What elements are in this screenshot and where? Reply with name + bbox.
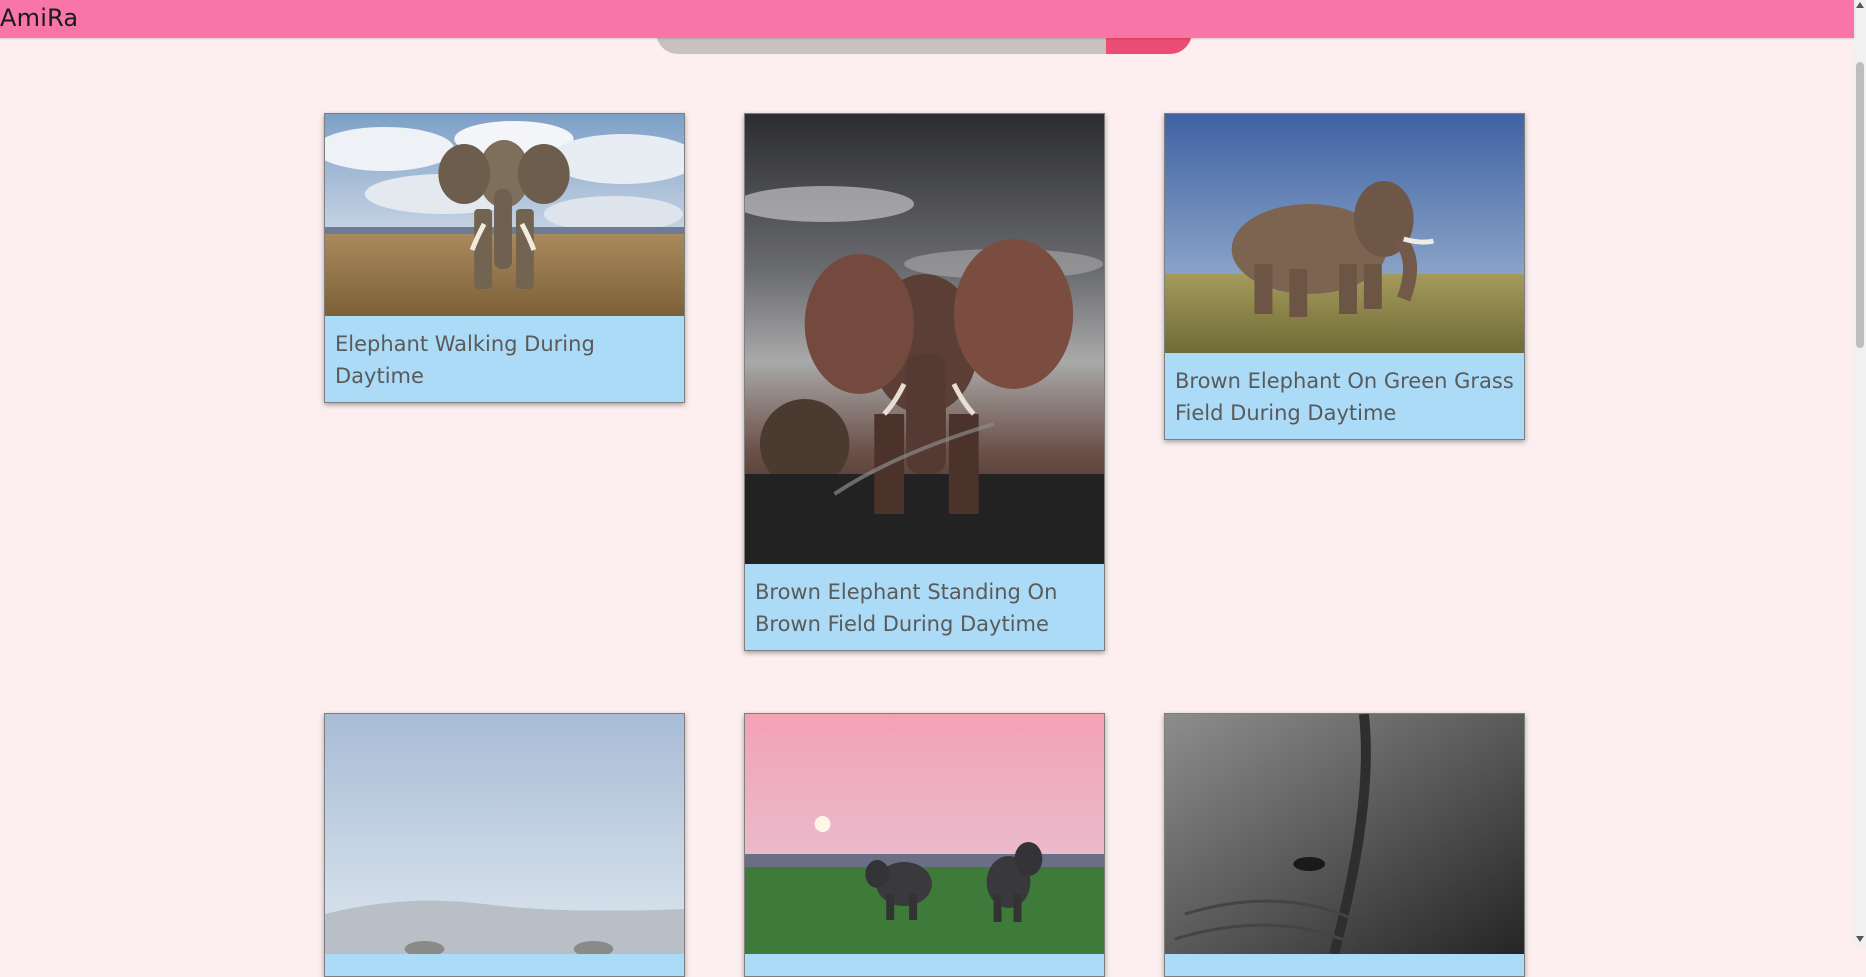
card-image bbox=[745, 114, 1104, 564]
scroll-down-arrow-icon[interactable] bbox=[1856, 936, 1864, 942]
card-caption: Brown Elephant Standing On Brown Field D… bbox=[755, 580, 1058, 636]
card-caption bbox=[745, 954, 1104, 976]
card-caption bbox=[325, 954, 684, 976]
scroll-thumb[interactable] bbox=[1856, 62, 1864, 348]
card-caption: Elephant Walking During Daytime bbox=[335, 332, 595, 388]
card-elephant-walking[interactable]: Elephant Walking During Daytime bbox=[324, 113, 685, 403]
navbar: AmiRa bbox=[0, 0, 1854, 38]
card-elephant-closeup[interactable] bbox=[1164, 713, 1525, 977]
card-image bbox=[325, 714, 684, 954]
card-image bbox=[745, 714, 1104, 954]
card-elephants-misty[interactable] bbox=[324, 713, 685, 977]
page-scrollbar[interactable] bbox=[1854, 0, 1866, 946]
card-caption bbox=[1165, 954, 1524, 976]
card-image bbox=[325, 114, 684, 316]
card-elephants-sunset[interactable] bbox=[744, 713, 1105, 977]
scroll-up-arrow-icon[interactable] bbox=[1856, 2, 1864, 8]
card-caption: Brown Elephant On Green Grass Field Duri… bbox=[1175, 369, 1514, 425]
brand-logo[interactable]: AmiRa bbox=[0, 4, 78, 32]
card-image bbox=[1165, 714, 1524, 954]
card-image bbox=[1165, 114, 1524, 353]
card-elephant-standing[interactable]: Brown Elephant Standing On Brown Field D… bbox=[744, 113, 1105, 651]
card-elephant-grass[interactable]: Brown Elephant On Green Grass Field Duri… bbox=[1164, 113, 1525, 440]
